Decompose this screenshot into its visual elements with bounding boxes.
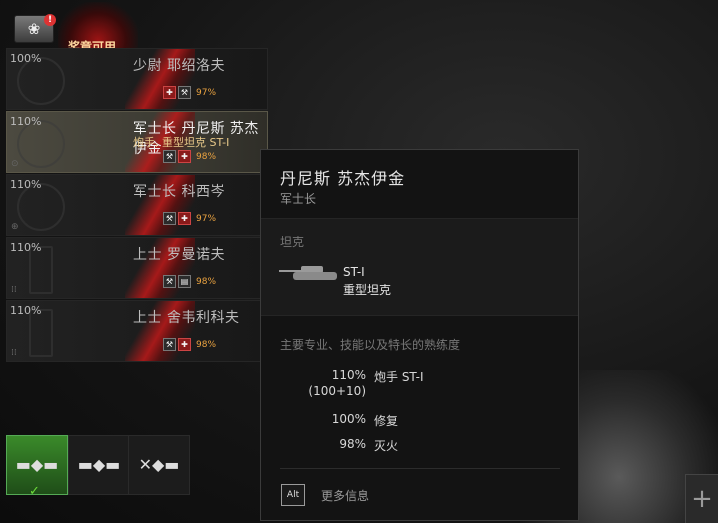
skill-icon: ⚒ [163, 150, 176, 163]
skill-icon: ⚒ [163, 275, 176, 288]
crew-rank-marker: ⊕ [11, 222, 19, 232]
medal-icon: ❀ [27, 20, 41, 38]
skill-list: ⚒ ▤ 98% [163, 275, 216, 288]
vehicle-button-2[interactable]: ▬◆▬ [68, 435, 130, 495]
tank-silhouette-icon [279, 266, 337, 280]
crew-row-3[interactable]: 110% 军士长 科西岑 ⚒ ✚ 97% ⊕ [6, 174, 268, 236]
crew-name: 军士长 科西岑 [133, 184, 225, 200]
skill-icon: ⚒ [163, 338, 176, 351]
crew-name: 上士 舍韦利科夫 [133, 310, 240, 326]
skill-icon: ✚ [163, 86, 176, 99]
tooltip-tank-heading: 坦克 [280, 235, 305, 249]
tank-icon: ▬◆▬ [15, 455, 59, 474]
crew-proficiency: 100% [10, 52, 42, 65]
tooltip-crew-rank: 军士长 [280, 192, 317, 206]
crew-list: 100% 少尉 耶绍洛夫 ✚ ⚒ 97% 110% 军士长 丹尼斯 苏杰伊金 炮… [6, 48, 268, 363]
crew-row-5[interactable]: 110% 上士 舍韦利科夫 ⚒ ✚ 98% ⁞⁞ [6, 300, 268, 362]
add-button[interactable]: + [685, 474, 718, 523]
crew-proficiency: 110% [10, 241, 42, 254]
skill-progress: 98% [196, 151, 217, 162]
crew-proficiency: 110% [10, 178, 42, 191]
crew-role: 炮手, 重型坦克 ST-I [133, 136, 230, 149]
crew-row-1[interactable]: 100% 少尉 耶绍洛夫 ✚ ⚒ 97% [6, 48, 268, 110]
skill-progress: 98% [196, 339, 217, 350]
skill-list: ✚ ⚒ 97% [163, 86, 216, 99]
crew-rank-marker: ⊙ [11, 159, 19, 169]
crew-rank-marker: ⁞⁞ [11, 285, 17, 295]
skill-value: 98% [339, 437, 366, 451]
skill-name: 炮手 ST-I [374, 370, 424, 384]
skill-name: 修复 [374, 414, 399, 428]
skill-value-breakdown: (100+10) [308, 384, 366, 398]
skill-progress: 98% [196, 276, 217, 287]
skill-progress: 97% [196, 213, 217, 224]
skill-icon: ✚ [178, 150, 191, 163]
medal-alert-badge: ! [44, 14, 56, 26]
skill-value: 100% [331, 412, 366, 426]
vehicle-button-3[interactable]: ✕◆▬ [128, 435, 190, 495]
skill-icon: ✚ [178, 338, 191, 351]
skill-progress: 97% [196, 87, 217, 98]
crew-name: 上士 罗曼诺夫 [133, 247, 225, 263]
tooltip-tank-panel: 坦克 ST-I 重型坦克 [261, 218, 578, 316]
skill-name: 灭火 [374, 439, 399, 453]
skill-icon: ✚ [178, 212, 191, 225]
tooltip-tank-type: 重型坦克 [343, 283, 392, 297]
tooltip-skills-heading: 主要专业、技能以及特长的熟练度 [280, 338, 461, 352]
checkmark-icon: ✓ [29, 484, 40, 499]
skill-list: ⚒ ✚ 97% [163, 212, 216, 225]
crew-proficiency: 110% [10, 304, 42, 317]
tooltip-tank-name: ST-I [343, 265, 365, 279]
crew-tooltip: 丹尼斯 苏杰伊金 军士长 坦克 ST-I 重型坦克 主要专业、技能以及特长的熟练… [260, 149, 579, 521]
crew-name: 少尉 耶绍洛夫 [133, 58, 225, 74]
crew-row-4[interactable]: 110% 上士 罗曼诺夫 ⚒ ▤ 98% ⁞⁞ [6, 237, 268, 299]
tooltip-divider [280, 468, 560, 469]
skill-value: 110% [331, 368, 366, 382]
skill-icon: ⚒ [163, 212, 176, 225]
crew-rank-marker: ⁞⁞ [11, 348, 17, 358]
tooltip-crew-name: 丹尼斯 苏杰伊金 [280, 169, 406, 188]
alt-key-icon: Alt [281, 484, 305, 506]
crew-proficiency: 110% [10, 115, 42, 128]
crew-row-2[interactable]: 110% 军士长 丹尼斯 苏杰伊金 炮手, 重型坦克 ST-I ⚒ ✚ 98% … [6, 111, 268, 173]
skill-list: ⚒ ✚ 98% [163, 338, 216, 351]
skill-icon: ▤ [178, 275, 191, 288]
more-info-hint: 更多信息 [321, 489, 370, 503]
skill-list: ⚒ ✚ 98% [163, 150, 216, 163]
tank-icon: ▬◆▬ [77, 455, 121, 474]
tank-crossed-icon: ✕◆▬ [138, 455, 180, 474]
skill-icon: ⚒ [178, 86, 191, 99]
